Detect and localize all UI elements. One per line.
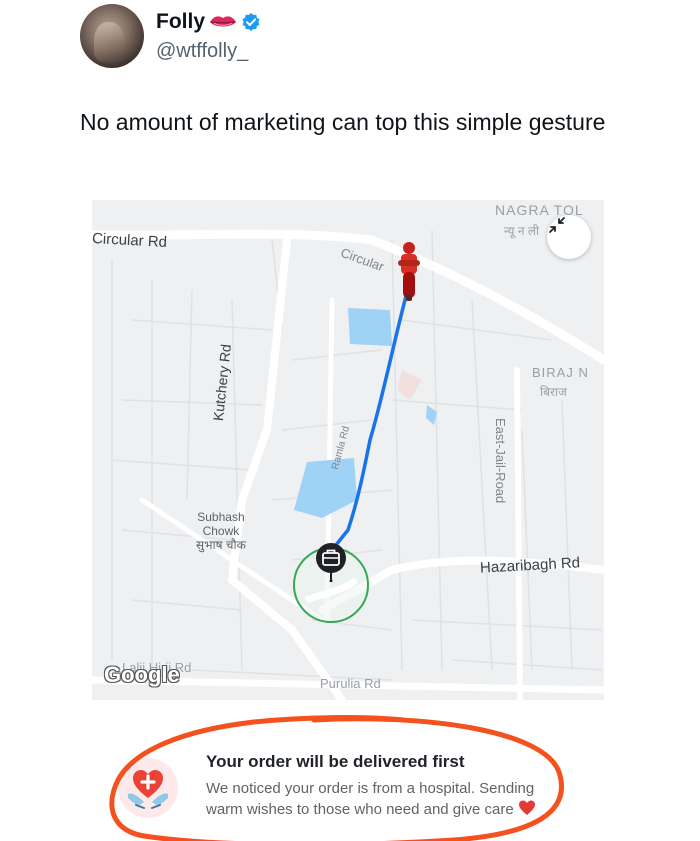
briefcase-pin-icon[interactable] [315, 542, 347, 582]
label-east-jail-road: East-Jail-Road [493, 418, 508, 504]
card-title: Your order will be delivered first [206, 752, 465, 771]
label-biraj-hindi: बिराज [540, 385, 567, 399]
name-row: Folly [156, 10, 261, 34]
label-subhash-line2: Chowk [202, 524, 240, 538]
delivery-map[interactable]: Circular Rd Circular Kutchery Rd East-Ja… [92, 200, 604, 700]
label-nagra-toli-hindi: न्यू न ली [504, 224, 540, 238]
user-handle[interactable]: @wtffolly_ [156, 40, 248, 63]
label-subhash-chowk: Subhash Chowk सुभाष चौक [196, 510, 246, 552]
verified-badge-icon [242, 13, 260, 31]
red-heart-emoji [518, 800, 535, 815]
collapse-arrows-icon [549, 217, 565, 233]
collapse-map-button[interactable] [547, 215, 591, 259]
display-name[interactable]: Folly [156, 10, 205, 34]
label-purulia-rd: Purulia Rd [320, 676, 381, 691]
label-subhash-line1: Subhash [197, 510, 245, 524]
card-body: We noticed your order is from a hospital… [206, 778, 556, 820]
tweet-media-image[interactable]: Circular Rd Circular Kutchery Rd East-Ja… [92, 200, 604, 841]
avatar[interactable] [80, 4, 144, 68]
label-subhash-hindi: सुभाष चौक [196, 538, 246, 552]
lips-icon [210, 16, 237, 27]
order-priority-card: Your order will be delivered first We no… [106, 720, 604, 841]
tweet-header: Folly @wtffolly_ [80, 4, 640, 68]
card-body-text: We noticed your order is from a hospital… [206, 780, 535, 818]
tweet-text: No amount of marketing can top this simp… [80, 109, 606, 135]
delivery-rider-icon[interactable] [394, 240, 424, 302]
label-biraj: BIRAJ N [532, 365, 589, 380]
google-logo: Google [104, 662, 180, 687]
map-roads [92, 229, 604, 700]
hospital-heart-hands-icon [118, 758, 178, 818]
